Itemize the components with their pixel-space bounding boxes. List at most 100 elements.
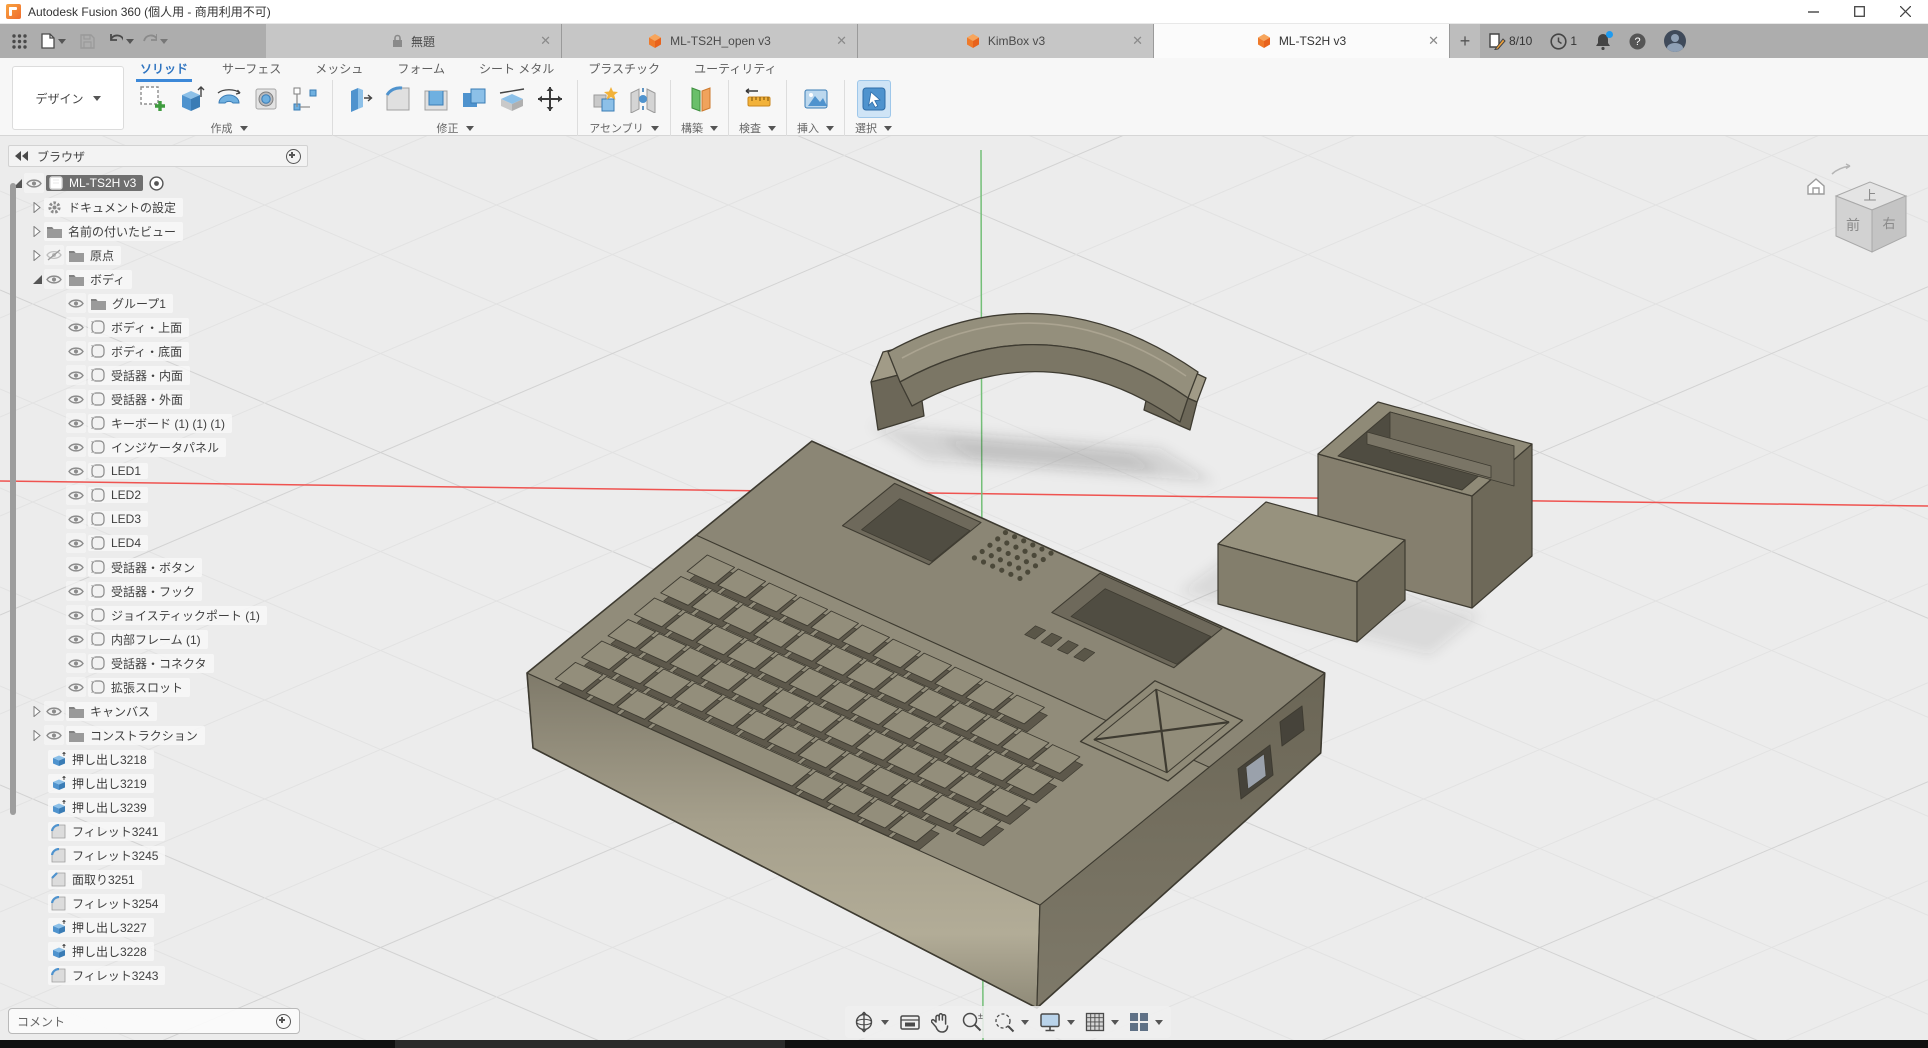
tree-item[interactable]: 受話器・ボタン — [52, 555, 308, 579]
inspect-dropdown[interactable]: 検査 — [739, 120, 776, 136]
select-dropdown[interactable]: 選択 — [855, 120, 892, 136]
save-icon[interactable] — [74, 28, 100, 54]
visibility-eye-icon[interactable] — [66, 533, 86, 553]
tree-item[interactable]: グループ1 — [52, 291, 308, 315]
new-component-icon[interactable] — [588, 80, 622, 118]
visibility-eye-icon[interactable] — [24, 173, 44, 193]
tree-item[interactable]: 面取り3251 — [48, 867, 308, 891]
measure-icon[interactable] — [741, 80, 775, 118]
visibility-eye-icon[interactable] — [66, 293, 86, 313]
tab-untitled[interactable]: 無題 ✕ — [266, 24, 562, 58]
construct-dropdown[interactable]: 構築 — [681, 120, 718, 136]
insert-image-icon[interactable] — [799, 80, 833, 118]
pan-icon[interactable] — [931, 1012, 951, 1033]
tree-item[interactable]: フィレット3243 — [48, 963, 308, 987]
tab-close-icon[interactable]: ✕ — [836, 33, 847, 49]
comment-add-icon[interactable] — [276, 1014, 291, 1029]
tree-item[interactable]: ボディ・底面 — [52, 339, 308, 363]
visibility-eye-icon[interactable] — [44, 269, 64, 289]
expand-closed-icon[interactable] — [30, 202, 44, 213]
tab-close-icon[interactable]: ✕ — [540, 33, 551, 49]
visibility-eye-icon[interactable] — [66, 509, 86, 529]
expand-closed-icon[interactable] — [30, 250, 44, 261]
tree-item[interactable]: フィレット3245 — [48, 843, 308, 867]
redo-icon[interactable] — [142, 28, 168, 54]
visibility-eye-icon[interactable] — [66, 317, 86, 337]
visibility-eye-icon[interactable] — [66, 413, 86, 433]
expand-closed-icon[interactable] — [30, 706, 44, 717]
expand-closed-icon[interactable] — [30, 730, 44, 741]
visibility-eye-icon[interactable] — [66, 461, 86, 481]
press-pull-icon[interactable] — [343, 80, 377, 118]
new-tab-button[interactable]: + — [1450, 24, 1480, 58]
tree-item[interactable]: 受話器・コネクタ — [52, 651, 308, 675]
tree-item[interactable]: 押し出し3218 — [48, 747, 308, 771]
browser-scrollbar[interactable] — [10, 183, 16, 815]
tab-close-icon[interactable]: ✕ — [1132, 33, 1143, 49]
comment-input[interactable]: コメント — [8, 1008, 300, 1034]
visibility-eye-off-icon[interactable] — [44, 245, 64, 265]
browser-add-icon[interactable] — [286, 149, 301, 164]
avatar[interactable] — [1664, 30, 1686, 52]
tree-item[interactable]: 押し出し3239 — [48, 795, 308, 819]
tree-item[interactable]: フィレット3241 — [48, 819, 308, 843]
job-status[interactable]: 8/10 — [1488, 32, 1532, 50]
create-sketch-icon[interactable] — [136, 80, 170, 118]
tree-item[interactable]: 押し出し3219 — [48, 771, 308, 795]
tree-item[interactable]: LED2 — [52, 483, 308, 507]
tree-item[interactable]: 名前の付いたビュー — [30, 219, 308, 243]
grid-settings-icon[interactable] — [1085, 1012, 1119, 1032]
ribbon-tab-mesh[interactable]: メッシュ — [313, 58, 365, 79]
visibility-eye-icon[interactable] — [66, 437, 86, 457]
sketch-dimension-icon[interactable] — [288, 80, 322, 118]
tree-item[interactable]: 受話器・外面 — [52, 387, 308, 411]
tree-item[interactable]: 押し出し3227 — [48, 915, 308, 939]
visibility-eye-icon[interactable] — [66, 605, 86, 625]
visibility-eye-icon[interactable] — [66, 677, 86, 697]
insert-dropdown[interactable]: 挿入 — [797, 120, 834, 136]
visibility-eye-icon[interactable] — [66, 557, 86, 577]
ribbon-tab-sheetmetal[interactable]: シート メタル — [477, 58, 556, 79]
orbit-icon[interactable] — [853, 1011, 889, 1033]
move-copy-icon[interactable] — [533, 80, 567, 118]
view-cube-body[interactable]: 上 前 右 — [1836, 182, 1906, 252]
ribbon-tab-form[interactable]: フォーム — [395, 58, 447, 79]
visibility-eye-icon[interactable] — [44, 725, 64, 745]
display-settings-icon[interactable] — [1039, 1012, 1075, 1032]
create-dropdown[interactable]: 作成 — [211, 120, 248, 136]
look-at-icon[interactable] — [899, 1012, 921, 1032]
expand-closed-icon[interactable] — [30, 226, 44, 237]
visibility-eye-icon[interactable] — [66, 653, 86, 673]
browser-header[interactable]: ブラウザ — [8, 145, 308, 167]
viewports-icon[interactable] — [1129, 1012, 1163, 1032]
visibility-eye-icon[interactable] — [66, 365, 86, 385]
tree-item[interactable]: 原点 — [30, 243, 308, 267]
home-icon[interactable] — [1808, 179, 1824, 194]
app-grid-menu-icon[interactable] — [6, 28, 32, 54]
collapse-panel-icon[interactable] — [15, 151, 29, 161]
tree-item[interactable]: 拡張スロット — [52, 675, 308, 699]
file-menu-icon[interactable] — [40, 28, 66, 54]
hole-icon[interactable] — [250, 80, 284, 118]
combine-icon[interactable] — [457, 80, 491, 118]
view-cube[interactable]: 上 前 右 — [1802, 160, 1922, 270]
tree-item[interactable]: インジケータパネル — [52, 435, 308, 459]
tab-close-icon[interactable]: ✕ — [1428, 33, 1439, 49]
tree-item[interactable]: 受話器・内面 — [52, 363, 308, 387]
tree-item[interactable]: キーボード (1) (1) (1) — [52, 411, 308, 435]
visibility-eye-icon[interactable] — [66, 341, 86, 361]
help[interactable]: ? — [1629, 33, 1646, 50]
tree-item[interactable]: フィレット3254 — [48, 891, 308, 915]
tab-ml-ts2h-v3[interactable]: ML-TS2H v3 ✕ — [1154, 24, 1450, 58]
tree-item[interactable]: ドキュメントの設定 — [30, 195, 308, 219]
tree-item[interactable]: LED3 — [52, 507, 308, 531]
ribbon-tab-utility[interactable]: ユーティリティ — [692, 58, 779, 79]
fillet-icon[interactable] — [381, 80, 415, 118]
tab-ml-ts2h-open-v3[interactable]: ML-TS2H_open v3 ✕ — [562, 24, 858, 58]
tree-item[interactable]: ボディ — [30, 267, 308, 291]
construction-plane-icon[interactable] — [683, 80, 717, 118]
ribbon-tab-surface[interactable]: サーフェス — [220, 58, 283, 79]
zoom-icon[interactable]: ± — [961, 1011, 983, 1033]
visibility-eye-icon[interactable] — [66, 629, 86, 649]
tree-item[interactable]: LED1 — [52, 459, 308, 483]
